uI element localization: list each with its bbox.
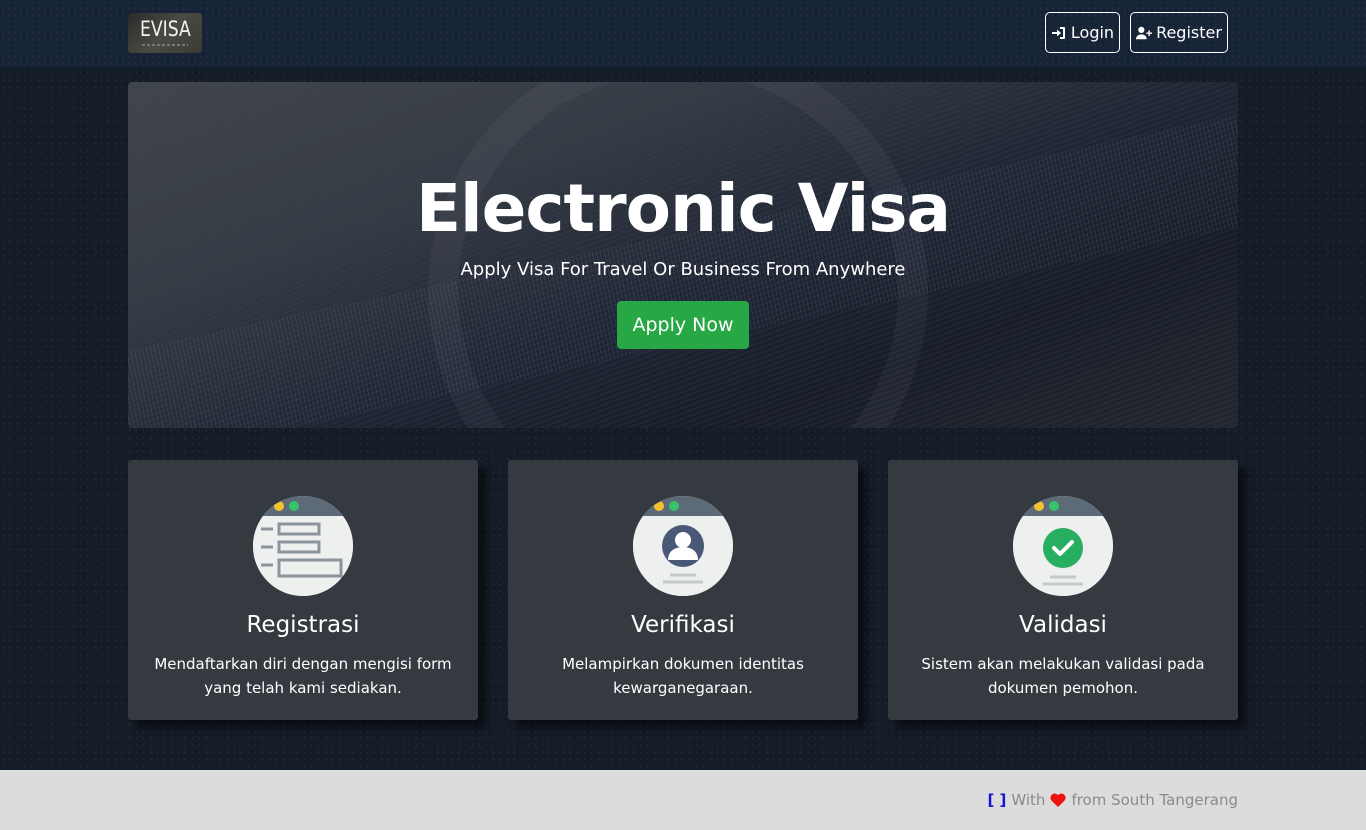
user-plus-icon [1136,26,1153,39]
hero-title: Electronic Visa [415,170,951,247]
footer-from: from South Tangerang [1071,791,1238,809]
card-title: Verifikasi [631,612,735,638]
feature-card-validasi: Validasi Sistem akan melakukan validasi … [888,460,1238,720]
register-button[interactable]: Register [1130,12,1228,53]
login-button[interactable]: Login [1045,12,1120,53]
heart-icon [1050,793,1067,807]
footer-bracket: [ ] [987,791,1007,809]
validation-check-icon [1013,496,1113,596]
feature-card-verifikasi: Verifikasi Melampirkan dokumen identitas… [508,460,858,720]
footer-with: With [1011,791,1046,809]
brand-logo[interactable]: EVISA [128,13,202,53]
sign-in-icon [1051,26,1065,39]
card-text: Melampirkan dokumen identitas kewarganeg… [562,655,804,697]
brand-tagline-decoration [142,44,188,46]
card-text: Mendaftarkan diri dengan mengisi form ya… [154,655,452,697]
register-label: Register [1156,23,1222,42]
navbar: EVISA Login Register [0,0,1366,66]
card-text: Sistem akan melakukan validasi pada doku… [921,655,1205,697]
hero-banner [128,82,1238,428]
registration-form-icon [253,496,353,596]
feature-card-registrasi: Registrasi Mendaftarkan diri dengan meng… [128,460,478,720]
footer-credit: [ ] With from South Tangerang [987,791,1238,809]
hero-background-seal [428,82,928,428]
hero-subtitle: Apply Visa For Travel Or Business From A… [460,259,906,280]
apply-now-button[interactable]: Apply Now [617,301,749,349]
footer: [ ] With from South Tangerang [0,770,1366,830]
card-title: Validasi [1019,612,1107,638]
brand-text: EVISA [140,17,191,41]
card-title: Registrasi [246,612,360,638]
login-label: Login [1070,23,1115,42]
user-verification-icon [633,496,733,596]
